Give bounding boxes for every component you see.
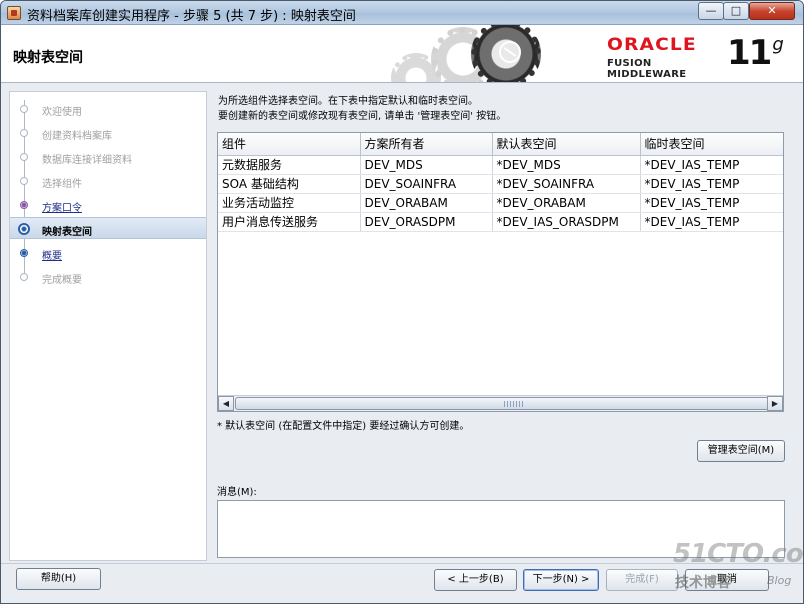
step-label[interactable]: 方案口令	[42, 199, 82, 214]
step-database-connection: 数据库连接详细资料	[10, 146, 206, 168]
back-button[interactable]: < 上一步(B)	[434, 569, 517, 591]
step-select-components: 选择组件	[10, 170, 206, 192]
scroll-right-icon[interactable]: ▶	[767, 396, 783, 411]
instruction-line: 要创建新的表空间或修改现有表空间, 请单击 '管理表空间' 按钮。	[218, 111, 507, 122]
window-title: 资料档案库创建实用程序 - 步骤 5 (共 7 步) : 映射表空间	[27, 9, 356, 24]
step-marker-icon	[20, 105, 28, 113]
logo-version-number: 11	[727, 33, 772, 73]
step-label[interactable]: 概要	[42, 247, 62, 262]
table-header-row: 组件 方案所有者 默认表空间 临时表空间	[218, 133, 783, 156]
step-label: 数据库连接详细资料	[42, 155, 132, 166]
cell-temp-tablespace[interactable]: *DEV_IAS_TEMP	[640, 155, 783, 175]
step-label: 创建资料档案库	[42, 131, 112, 142]
app-icon	[7, 6, 21, 20]
step-label: 映射表空间	[42, 227, 92, 238]
step-create-repository: 创建资料档案库	[10, 122, 206, 144]
scrollbar-thumb[interactable]	[235, 397, 775, 410]
watermark-blog: Blog	[767, 574, 792, 587]
cancel-button[interactable]: 取消	[685, 569, 769, 591]
title-bar[interactable]: 资料档案库创建实用程序 - 步骤 5 (共 7 步) : 映射表空间 — □ ✕	[1, 1, 803, 25]
horizontal-scrollbar[interactable]: ◀ ▶	[218, 395, 783, 411]
close-button[interactable]: ✕	[749, 2, 795, 20]
footer-divider	[1, 563, 803, 564]
cell-component: 用户消息传送服务	[218, 212, 361, 232]
gears-graphic	[391, 25, 621, 82]
instructions: 为所选组件选择表空间。在下表中指定默认和临时表空间。 要创建新的表空间或修改现有…	[218, 94, 506, 124]
messages-label: 消息(M):	[217, 487, 257, 498]
column-header-default-tablespace[interactable]: 默认表空间	[492, 133, 641, 156]
finish-button: 完成(F)	[606, 569, 678, 591]
current-step-icon	[18, 223, 30, 235]
minimize-button[interactable]: —	[698, 2, 724, 20]
instruction-line: 为所选组件选择表空间。在下表中指定默认和临时表空间。	[218, 96, 478, 107]
step-marker-icon	[20, 249, 28, 257]
table-row[interactable]: 元数据服务 DEV_MDS *DEV_MDS *DEV_IAS_TEMP	[218, 155, 783, 175]
grip-icon	[504, 401, 524, 407]
cell-schema-owner: DEV_SOAINFRA	[360, 174, 493, 194]
cell-temp-tablespace[interactable]: *DEV_IAS_TEMP	[640, 174, 783, 194]
cell-default-tablespace[interactable]: *DEV_IAS_ORASDPM	[492, 212, 641, 232]
table-row[interactable]: SOA 基础结构 DEV_SOAINFRA *DEV_SOAINFRA *DEV…	[218, 174, 783, 194]
cell-component: 业务活动监控	[218, 193, 361, 213]
messages-area[interactable]	[217, 500, 785, 558]
cell-schema-owner: DEV_ORASDPM	[360, 212, 493, 232]
maximize-button[interactable]: □	[723, 2, 749, 20]
column-header-temp-tablespace[interactable]: 临时表空间	[640, 133, 783, 156]
column-header-component[interactable]: 组件	[218, 133, 361, 156]
next-button[interactable]: 下一步(N) >	[523, 569, 599, 591]
page-title: 映射表空间	[13, 50, 83, 66]
step-label: 欢迎使用	[42, 107, 82, 118]
table-row[interactable]: 用户消息传送服务 DEV_ORASDPM *DEV_IAS_ORASDPM *D…	[218, 212, 783, 232]
step-schema-passwords[interactable]: 方案口令	[10, 194, 206, 216]
cell-schema-owner: DEV_MDS	[360, 155, 493, 175]
gear-emblem-icon	[499, 41, 521, 63]
step-marker-icon	[20, 177, 28, 185]
footnote: * 默认表空间 (在配置文件中指定) 要经过确认方可创建。	[217, 421, 470, 432]
step-marker-icon	[20, 273, 28, 281]
logo-version-suffix: g	[772, 34, 784, 55]
step-marker-icon	[20, 153, 28, 161]
step-summary[interactable]: 概要	[10, 242, 206, 264]
header-banner: 映射表空间 ORACLE FUSION MIDDLEWARE 11 g	[1, 25, 803, 83]
scroll-left-icon[interactable]: ◀	[218, 396, 234, 411]
logo-product: FUSION MIDDLEWARE	[607, 58, 687, 80]
cell-temp-tablespace[interactable]: *DEV_IAS_TEMP	[640, 212, 783, 232]
manage-tablespaces-button[interactable]: 管理表空间(M)	[697, 440, 785, 462]
cell-component: 元数据服务	[218, 155, 361, 175]
logo-version: 11 g	[727, 33, 784, 73]
step-welcome: 欢迎使用	[10, 98, 206, 120]
cell-temp-tablespace[interactable]: *DEV_IAS_TEMP	[640, 193, 783, 213]
step-marker-icon	[20, 129, 28, 137]
step-completion-summary: 完成概要	[10, 266, 206, 288]
step-map-tablespaces: 映射表空间	[10, 217, 206, 239]
cell-schema-owner: DEV_ORABAM	[360, 193, 493, 213]
cell-default-tablespace[interactable]: *DEV_MDS	[492, 155, 641, 175]
cell-default-tablespace[interactable]: *DEV_ORABAM	[492, 193, 641, 213]
column-header-schema-owner[interactable]: 方案所有者	[360, 133, 493, 156]
tablespace-grid: 组件 方案所有者 默认表空间 临时表空间 元数据服务 DEV_MDS *DEV_…	[218, 133, 783, 232]
step-label: 选择组件	[42, 179, 82, 190]
step-marker-icon	[20, 201, 28, 209]
table-row[interactable]: 业务活动监控 DEV_ORABAM *DEV_ORABAM *DEV_IAS_T…	[218, 193, 783, 213]
oracle-logo: ORACLE FUSION MIDDLEWARE	[607, 35, 727, 80]
help-button[interactable]: 帮助(H)	[16, 568, 101, 590]
steps-navigator: 欢迎使用 创建资料档案库 数据库连接详细资料 选择组件 方案口令 映射表空间 概…	[9, 91, 207, 561]
step-label: 完成概要	[42, 275, 82, 286]
logo-brand: ORACLE	[607, 35, 697, 55]
cell-default-tablespace[interactable]: *DEV_SOAINFRA	[492, 174, 641, 194]
wizard-window: 资料档案库创建实用程序 - 步骤 5 (共 7 步) : 映射表空间 — □ ✕…	[0, 0, 804, 604]
tablespace-table: 组件 方案所有者 默认表空间 临时表空间 元数据服务 DEV_MDS *DEV_…	[217, 132, 784, 412]
cell-component: SOA 基础结构	[218, 174, 361, 194]
